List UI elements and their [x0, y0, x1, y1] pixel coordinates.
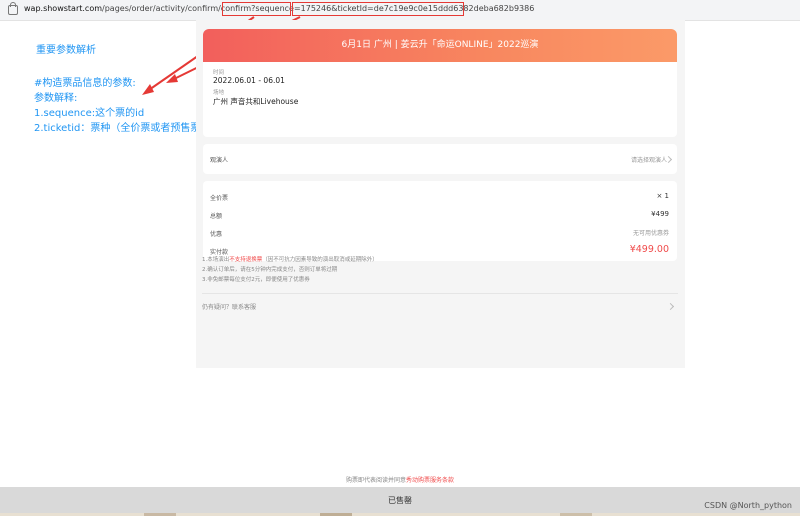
time-label: 时间: [213, 70, 225, 76]
agreement-text: 购票即代表阅读并同意秀动购票服务条款: [0, 475, 800, 484]
watermark: CSDN @North_python: [704, 501, 792, 510]
note-1-prefix: 1.本场演出: [202, 257, 230, 263]
ticket-quantity: × 1: [656, 192, 669, 200]
highlight-box-sequence: [222, 2, 291, 16]
help-link[interactable]: 仍有疑问？联系客服: [202, 302, 256, 311]
highlight-box-ticketid: [292, 2, 464, 16]
annotation-heading: 重要参数解析: [36, 45, 96, 56]
bottom-bar: 已售罄 CSDN @North_python: [0, 487, 800, 516]
total-value: ¥499: [651, 210, 669, 218]
price-row-label: 全价票: [210, 195, 229, 202]
price-row-label: 优惠: [210, 231, 223, 238]
viewer-action[interactable]: 请选择观演人: [631, 155, 667, 164]
price-row-label: 总额: [210, 213, 223, 220]
agreement-prefix: 购票即代表阅读并同意: [345, 477, 406, 484]
sold-out-button[interactable]: 已售罄: [0, 495, 800, 506]
venue-value: 广州 声音共和Livehouse: [213, 97, 299, 106]
lock-icon: [8, 2, 18, 15]
annotation-line-2: 参数解释:: [34, 93, 78, 104]
agreement-link[interactable]: 秀动购票服务条款: [406, 477, 454, 484]
annotation-block: #构造票品信息的参数: 参数解释: 1.sequence:这个票的id 2.ti…: [34, 76, 210, 136]
note-1-highlight: 不支持退换票: [229, 257, 263, 263]
url-host: wap.showstart.com: [24, 4, 103, 13]
note-3: 3.非免邮票每位支付2元，即便使用了优惠券: [202, 277, 310, 283]
venue-label: 场地: [213, 90, 225, 96]
viewer-label: 观演人: [210, 157, 229, 164]
note-2: 2.确认订单后，请在5分钟内完成支付，否则订单将过期: [202, 267, 338, 273]
annotation-line-1: #构造票品信息的参数:: [34, 78, 136, 89]
note-1: 1.本场演出不支持退换票（因不可抗力因素导致的演出取消或延期除外）: [202, 255, 378, 265]
note-1-suffix: （因不可抗力因素导致的演出取消或延期除外）: [262, 257, 378, 263]
viewer-select-row[interactable]: 观演人 请选择观演人: [203, 144, 677, 174]
divider: [202, 293, 678, 294]
annotation-line-3: 1.sequence:这个票的id: [34, 108, 145, 119]
coupon-value[interactable]: 无可用优惠券: [633, 228, 669, 237]
order-confirm-page: 6月1日 广州 | 姜云升「命运ONLINE」2022巡演 时间 2022.06…: [196, 20, 685, 368]
purchase-notes: 1.本场演出不支持退换票（因不可抗力因素导致的演出取消或延期除外） 2.确认订单…: [202, 255, 378, 285]
event-info-card: 时间 2022.06.01 - 06.01 场地 广州 声音共和Livehous…: [203, 62, 677, 137]
chevron-right-icon: [666, 302, 675, 311]
annotation-line-4: 2.ticketid：票种（全价票或者预售票）: [34, 123, 211, 134]
pay-value: ¥499.00: [629, 244, 669, 255]
event-banner: 6月1日 广州 | 姜云升「命运ONLINE」2022巡演: [203, 29, 677, 62]
time-value: 2022.06.01 - 06.01: [213, 76, 285, 85]
price-card: 全价票 × 1 总额 ¥499 优惠 无可用优惠券 实付款 ¥499.00: [203, 181, 677, 261]
